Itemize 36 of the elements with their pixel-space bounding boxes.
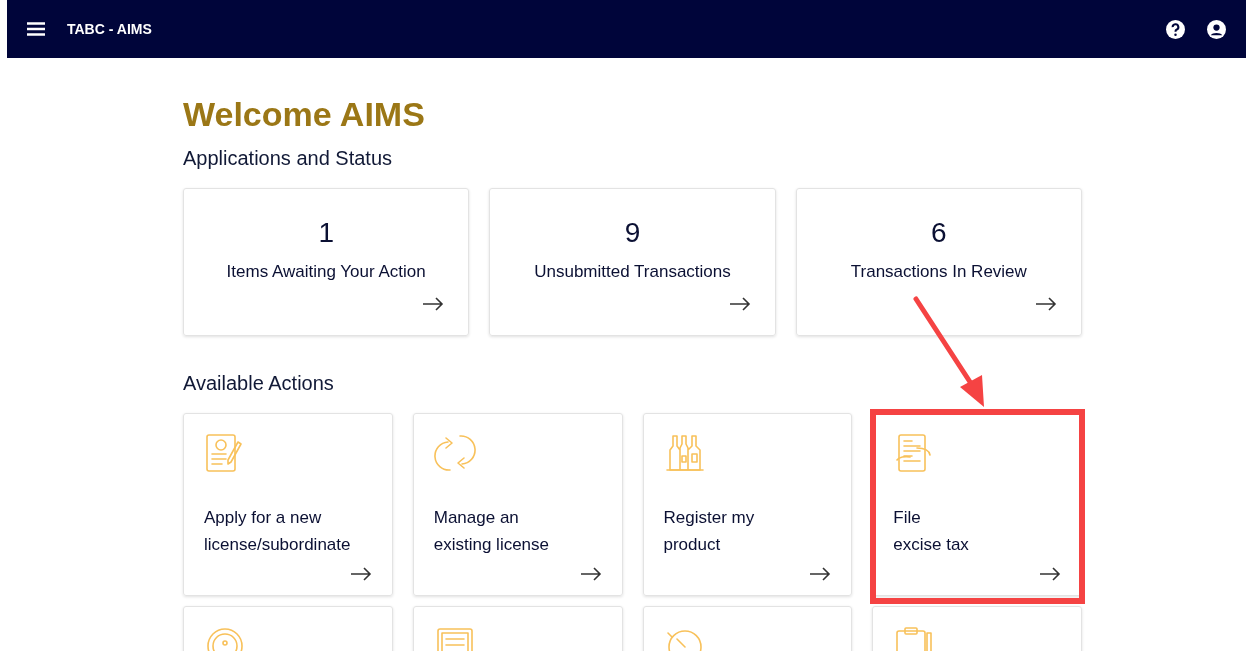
right-arrow-icon — [1035, 297, 1057, 311]
action-label: Manage an — [433, 507, 520, 529]
status-count: 6 — [931, 217, 947, 249]
action-label: File — [893, 507, 922, 529]
action-label: license/subordinate — [204, 534, 352, 556]
action-label: existing license — [433, 534, 551, 556]
action-label: excise tax — [893, 534, 970, 556]
action-label: Register my — [663, 507, 756, 529]
user-icon[interactable] — [1207, 19, 1226, 39]
status-label: Transactions In Review — [850, 261, 1027, 283]
action-card[interactable]: Manage an existing license — [412, 413, 623, 596]
app-title: TABC - AIMS — [67, 19, 152, 39]
right-arrow-icon — [1039, 567, 1061, 581]
status-count: 9 — [624, 217, 641, 249]
action-label: Apply for a new — [204, 507, 323, 529]
status-card[interactable]: 1 Items Awaiting Your Action — [183, 188, 470, 336]
action-card[interactable]: Apply for a new license/subordinate — [183, 413, 393, 596]
status-label: Items Awaiting Your Action — [226, 261, 426, 283]
section-heading: Available Actions — [183, 371, 335, 395]
circular-arrows-icon — [433, 432, 476, 474]
bottles-icon — [663, 432, 706, 474]
status-card[interactable]: 6 Transactions In Review — [795, 188, 1082, 336]
status-label: Unsubmitted Transactions — [534, 261, 731, 283]
action-card[interactable]: Register my product — [642, 413, 853, 596]
right-arrow-icon — [809, 567, 832, 581]
right-arrow-icon — [422, 297, 445, 311]
section-heading: Applications and Status — [183, 146, 394, 170]
right-arrow-icon — [349, 567, 372, 581]
status-card[interactable]: 9 Unsubmitted Transactions — [489, 188, 776, 336]
right-arrow-icon — [728, 297, 751, 311]
menu-icon[interactable] — [27, 22, 45, 36]
status-count: 1 — [318, 217, 334, 249]
help-icon[interactable] — [1166, 19, 1185, 39]
right-arrow-icon — [579, 567, 602, 581]
action-label: product — [663, 534, 722, 556]
welcome-heading: Welcome AIMS — [183, 94, 426, 134]
